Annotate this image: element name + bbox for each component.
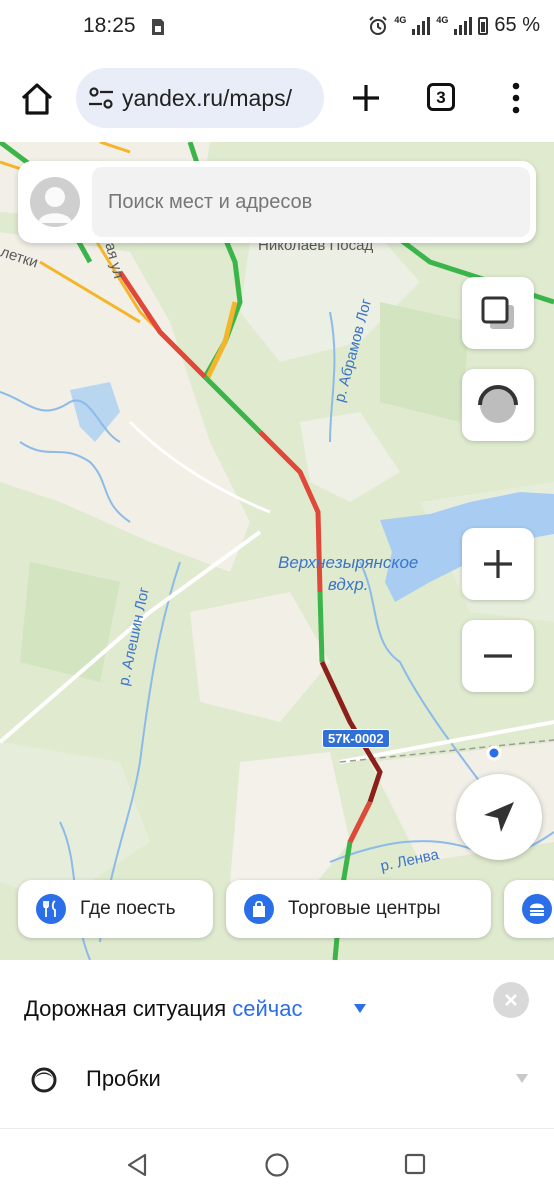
traffic-icon — [478, 385, 518, 423]
new-tab-icon[interactable] — [350, 82, 382, 114]
fork-knife-icon — [36, 894, 66, 924]
category-chip-food[interactable]: Где поесть — [18, 880, 213, 938]
tab-switcher-button[interactable]: 3 — [427, 83, 455, 111]
recents-icon[interactable] — [404, 1153, 426, 1175]
close-button[interactable] — [493, 982, 529, 1018]
sheet-title: Дорожная ситуация сейчас — [24, 996, 303, 1022]
url-text[interactable]: yandex.ru/maps/ — [122, 85, 292, 112]
traffic-button[interactable] — [462, 369, 534, 441]
map-label-reservoir: Верхнезырянское вдхр. — [278, 552, 418, 596]
signal-icon-1 — [412, 16, 431, 35]
user-icon — [38, 187, 72, 223]
site-settings-icon[interactable] — [88, 87, 114, 109]
minus-icon — [484, 654, 512, 658]
zoom-out-button[interactable] — [462, 620, 534, 692]
layers-button[interactable] — [462, 277, 534, 349]
signal-icon-2 — [454, 16, 473, 35]
shopping-bag-icon — [244, 894, 274, 924]
reservoir-name: Верхнезырянское — [278, 553, 419, 572]
avatar[interactable] — [30, 177, 80, 227]
network-type-1: 4G — [394, 14, 407, 25]
category-chip-malls[interactable]: Торговые центры — [226, 880, 491, 938]
sim-icon — [152, 19, 164, 35]
system-nav-bar — [0, 1128, 554, 1201]
sheet-title-text: Дорожная ситуация — [24, 996, 227, 1021]
category-label-malls: Торговые центры — [288, 898, 441, 919]
search-panel: Поиск мест и адресов — [18, 161, 536, 243]
traffic-label: Пробки — [86, 1066, 161, 1091]
reservoir-type: вдхр. — [327, 575, 369, 594]
status-time: 18:25 — [83, 14, 136, 37]
home-icon[interactable] — [18, 80, 56, 118]
burger-icon — [522, 894, 552, 924]
battery-percent: 65 % — [494, 14, 540, 36]
category-label-food: Где поесть — [80, 898, 176, 919]
bottom-sheet: Дорожная ситуация сейчас Пробки — [0, 960, 554, 1128]
time-selector[interactable]: сейчас — [232, 996, 302, 1021]
back-icon[interactable] — [126, 1153, 148, 1177]
network-type-2: 4G — [436, 14, 449, 25]
expand-icon[interactable] — [516, 1074, 528, 1083]
browser-toolbar: yandex.ru/maps/ 3 — [0, 56, 554, 143]
traffic-light-icon — [31, 1067, 57, 1093]
status-bar: 18:25 4G 4G 65 % — [0, 0, 554, 56]
address-bar[interactable]: yandex.ru/maps/ — [76, 68, 324, 128]
layers-icon — [481, 296, 514, 329]
more-menu-icon[interactable] — [510, 82, 522, 114]
home-nav-icon[interactable] — [264, 1152, 290, 1178]
battery-icon — [478, 16, 489, 35]
close-icon — [505, 994, 517, 1006]
status-indicators: 4G 4G 65 % — [368, 14, 540, 37]
navigation-arrow-icon — [484, 802, 514, 832]
plus-icon — [484, 550, 512, 578]
alarm-icon — [369, 15, 388, 35]
search-input[interactable]: Поиск мест и адресов — [92, 167, 530, 237]
my-location-button[interactable] — [456, 774, 542, 860]
chevron-down-icon[interactable] — [354, 1004, 366, 1013]
road-number-badge: 57К-0002 — [322, 729, 390, 748]
category-chip-fastfood[interactable] — [504, 880, 554, 938]
traffic-row[interactable]: Пробки — [0, 1052, 554, 1108]
zoom-in-button[interactable] — [462, 528, 534, 600]
